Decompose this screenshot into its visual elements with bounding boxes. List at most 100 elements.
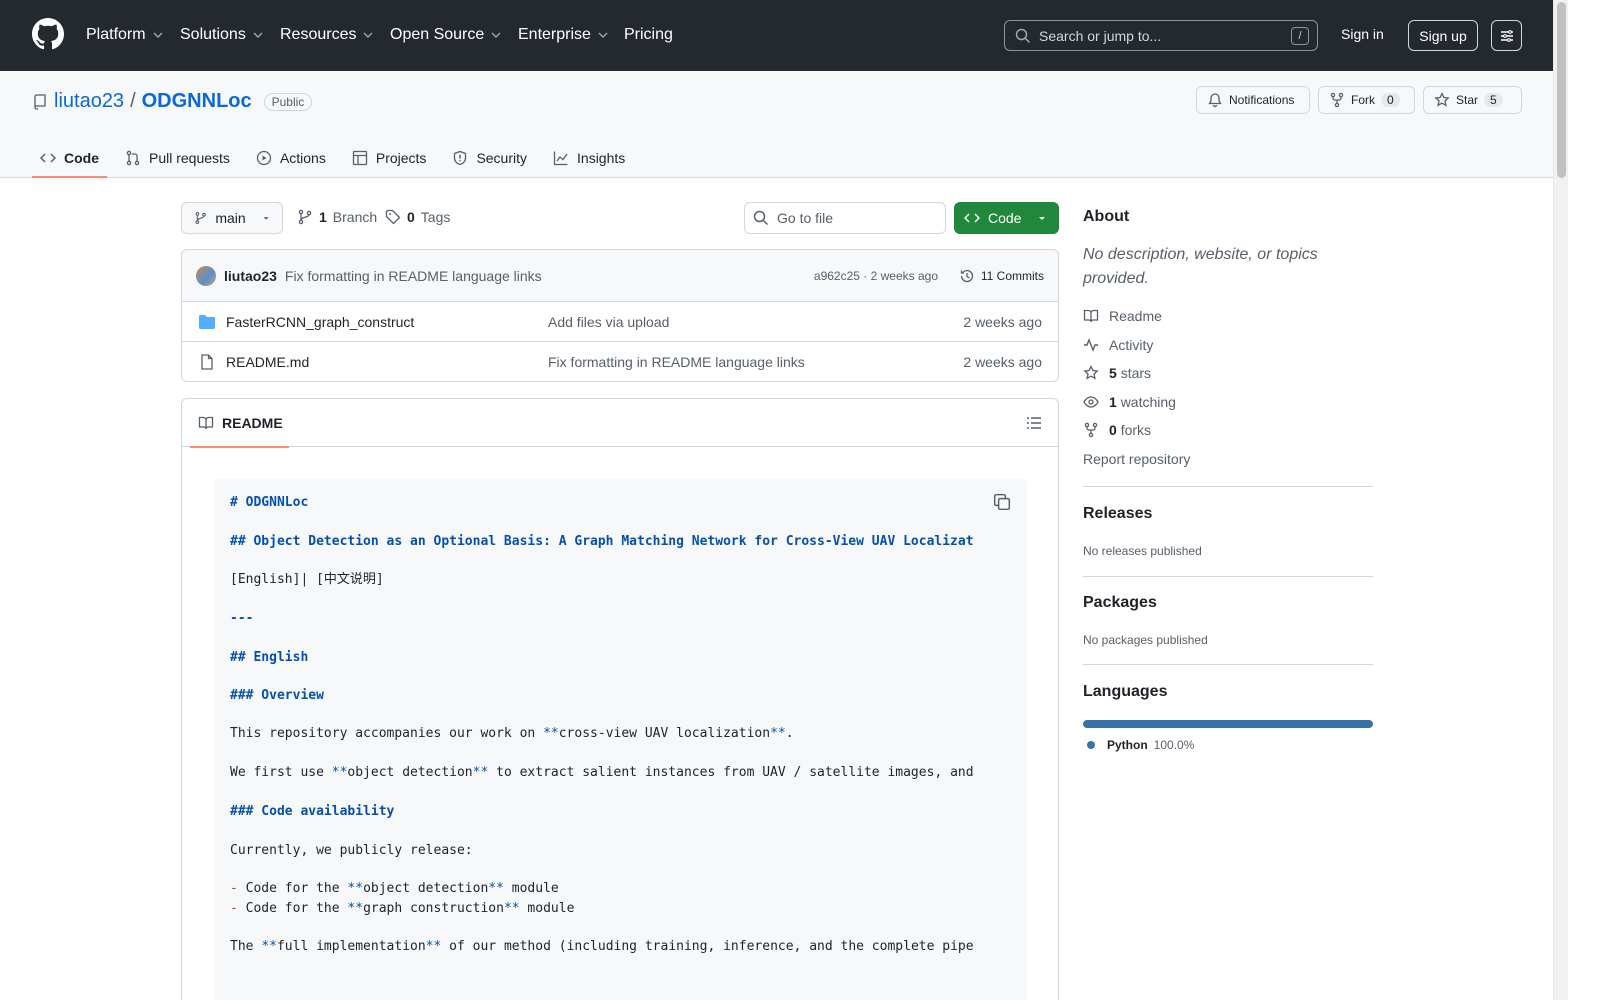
watching-count: 1 bbox=[1109, 394, 1117, 410]
list-unordered-icon[interactable] bbox=[1026, 415, 1042, 431]
tab-security[interactable]: Security bbox=[444, 137, 535, 178]
star-button[interactable]: Star 5 bbox=[1423, 86, 1522, 114]
bold-marker: ** bbox=[503, 901, 520, 916]
tag-count: 0 bbox=[407, 209, 415, 225]
page-scrollbar[interactable] bbox=[1553, 0, 1568, 1000]
search-placeholder: Search or jump to... bbox=[1039, 27, 1162, 44]
file-name-link[interactable]: README.md bbox=[226, 354, 309, 370]
text-span: module bbox=[519, 901, 575, 916]
caret-down-icon bbox=[263, 217, 269, 220]
nav-open-source[interactable]: Open Source bbox=[390, 24, 502, 46]
readme-line: - Code for the **graph construction** mo… bbox=[230, 899, 574, 919]
nav-resources[interactable]: Resources bbox=[280, 24, 374, 46]
bold-marker: ** bbox=[331, 765, 348, 780]
sliders-icon bbox=[1500, 29, 1513, 42]
file-date: 2 weeks ago bbox=[963, 354, 1042, 370]
code-dropdown-button[interactable]: Code bbox=[954, 202, 1059, 234]
table-row[interactable]: README.md Fix formatting in README langu… bbox=[182, 342, 1058, 381]
branches-link[interactable]: 1 Branch bbox=[297, 209, 377, 225]
fork-icon bbox=[1084, 422, 1098, 438]
menu-button[interactable] bbox=[1491, 20, 1522, 51]
code-button-label: Code bbox=[988, 210, 1022, 226]
branch-select-button[interactable]: main bbox=[181, 202, 283, 234]
commit-hash-time[interactable]: a962c25 · 2 weeks ago bbox=[814, 269, 938, 283]
pull-request-icon bbox=[126, 150, 140, 165]
fork-label: Fork bbox=[1351, 93, 1375, 107]
nav-solutions[interactable]: Solutions bbox=[180, 24, 264, 46]
search-input[interactable]: Search or jump to... / bbox=[1004, 20, 1318, 51]
divider bbox=[1083, 664, 1373, 665]
caret-down-icon bbox=[1039, 217, 1046, 220]
commits-link[interactable]: 11 Commits bbox=[959, 268, 1044, 284]
languages-heading: Languages bbox=[1083, 683, 1168, 700]
search-icon bbox=[1015, 28, 1031, 43]
pulse-icon bbox=[1084, 338, 1098, 352]
scrollbar-thumb[interactable] bbox=[1557, 2, 1566, 178]
watching-link[interactable]: 1 watching bbox=[1083, 394, 1176, 410]
about-heading: About bbox=[1083, 208, 1130, 225]
notifications-button[interactable]: Notifications bbox=[1196, 86, 1310, 114]
table-row[interactable]: FasterRCNN_graph_construct Add files via… bbox=[182, 302, 1058, 342]
folder-icon bbox=[199, 314, 215, 329]
readme-line: - Code for the **object detection** modu… bbox=[230, 879, 559, 899]
copy-icon[interactable] bbox=[993, 493, 1011, 511]
book-icon bbox=[1083, 309, 1099, 323]
tab-insights[interactable]: Insights bbox=[545, 137, 633, 178]
commit-count-label: 11 Commits bbox=[980, 268, 1044, 283]
repo-header: liutao23 / ODGNNLoc Public Notifications… bbox=[0, 71, 1553, 178]
repo-name-link[interactable]: ODGNNLoc bbox=[142, 90, 252, 113]
play-circle-icon bbox=[256, 150, 272, 165]
report-repository-link[interactable]: Report repository bbox=[1083, 451, 1190, 467]
activity-link[interactable]: Activity bbox=[1083, 337, 1153, 353]
nav-platform[interactable]: Platform bbox=[86, 24, 164, 46]
stars-link[interactable]: 5 stars bbox=[1083, 365, 1151, 381]
repo-title: liutao23 / ODGNNLoc Public bbox=[32, 90, 313, 113]
tab-insights-label: Insights bbox=[577, 149, 626, 166]
bold-marker: ** bbox=[347, 881, 364, 896]
readme-link[interactable]: Readme bbox=[1083, 308, 1162, 324]
nav-pricing[interactable]: Pricing bbox=[624, 24, 673, 46]
tab-pull-requests[interactable]: Pull requests bbox=[117, 137, 238, 178]
readme-tab[interactable]: README bbox=[190, 399, 289, 448]
go-to-file-input[interactable]: Go to file bbox=[744, 202, 946, 234]
nav-enterprise[interactable]: Enterprise bbox=[518, 24, 609, 46]
file-commit-message[interactable]: Add files via upload bbox=[548, 314, 669, 330]
text-span: full implementation bbox=[276, 939, 426, 954]
avatar[interactable] bbox=[196, 265, 216, 286]
branch-icon bbox=[195, 211, 206, 225]
history-icon bbox=[960, 269, 973, 282]
star-label: Star bbox=[1456, 93, 1479, 107]
branch-name: main bbox=[215, 210, 246, 226]
list-marker: - bbox=[230, 881, 246, 896]
file-name-link[interactable]: FasterRCNN_graph_construct bbox=[226, 314, 414, 330]
file-date: 2 weeks ago bbox=[963, 313, 1042, 330]
github-logo-icon[interactable] bbox=[32, 18, 64, 50]
sign-up-button[interactable]: Sign up bbox=[1408, 20, 1478, 51]
tags-link[interactable]: 0 Tags bbox=[385, 209, 450, 225]
text-span: object detection bbox=[347, 765, 473, 780]
file-list: liutao23 Fix formatting in README langua… bbox=[181, 249, 1059, 382]
releases-heading[interactable]: Releases bbox=[1083, 505, 1152, 523]
repo-owner-link[interactable]: liutao23 bbox=[54, 90, 124, 113]
readme-line: # ODGNNLoc bbox=[230, 495, 309, 510]
fork-count: 0 bbox=[1381, 93, 1400, 107]
global-header: Platform Solutions Resources Open Source… bbox=[0, 0, 1553, 71]
bold-marker: ** bbox=[472, 765, 489, 780]
go-to-file-placeholder: Go to file bbox=[777, 210, 834, 226]
tab-actions-label: Actions bbox=[279, 149, 326, 166]
readme-line: [English]| [中文说明] bbox=[230, 572, 384, 587]
commit-message-link[interactable]: Fix formatting in README language links bbox=[285, 268, 542, 284]
file-commit-message[interactable]: Fix formatting in README language links bbox=[548, 354, 805, 370]
tab-code[interactable]: Code bbox=[32, 137, 107, 178]
fork-button[interactable]: Fork 0 bbox=[1318, 86, 1415, 114]
packages-heading[interactable]: Packages bbox=[1083, 594, 1157, 612]
tab-projects[interactable]: Projects bbox=[344, 137, 435, 178]
tab-actions[interactable]: Actions bbox=[248, 137, 334, 178]
chevron-down-icon bbox=[363, 32, 373, 38]
text-span: object detection bbox=[363, 881, 489, 896]
language-color-dot bbox=[1087, 741, 1095, 749]
forks-link[interactable]: 0 forks bbox=[1083, 422, 1151, 438]
sign-in-link[interactable]: Sign in bbox=[1341, 26, 1384, 42]
commit-author-link[interactable]: liutao23 bbox=[224, 268, 277, 284]
language-item[interactable]: Python 100.0% bbox=[1087, 738, 1194, 752]
